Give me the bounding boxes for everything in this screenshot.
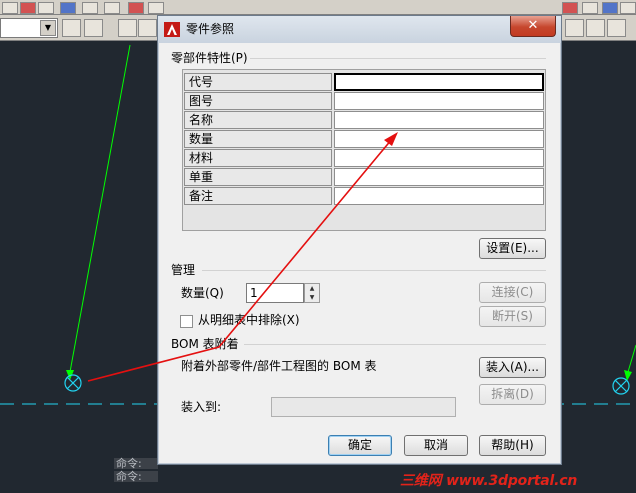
property-row: 备注 — [183, 187, 545, 206]
watermark: 三维网 www.3dportal.cn — [400, 473, 578, 489]
load-button[interactable]: 装入(A)... — [479, 357, 546, 378]
property-row: 单重 — [183, 168, 545, 187]
hatch-icon[interactable] — [562, 2, 578, 14]
divider — [244, 344, 546, 345]
layer-state-icon[interactable] — [84, 19, 103, 37]
quantity-label: 数量(Q) — [181, 286, 224, 300]
property-value-input[interactable] — [334, 92, 544, 110]
settings-button[interactable]: 设置(E)... — [479, 238, 546, 259]
property-name: 材料 — [184, 149, 332, 167]
exclude-from-bom-label: 从明细表中排除(X) — [198, 313, 300, 327]
attach-to-field — [271, 397, 456, 417]
command-line[interactable]: 命令: 命令: — [114, 458, 158, 493]
draw-icon[interactable] — [2, 2, 18, 14]
balloon-marker-left — [64, 374, 82, 392]
divider — [250, 58, 546, 59]
text-icon[interactable] — [60, 2, 76, 14]
properties-group-label: 零部件特性(P) — [171, 51, 248, 65]
table-icon[interactable] — [582, 2, 598, 14]
part-reference-dialog: 零件参照 ✕ 零部件特性(P) 代号 图号 名称 数量 材料 单重 备注 设置(… — [157, 15, 562, 465]
property-name: 数量 — [184, 130, 332, 148]
snap-icon[interactable] — [118, 19, 137, 37]
manage-group-label: 管理 — [171, 263, 196, 277]
property-name: 备注 — [184, 187, 332, 205]
property-value-input[interactable] — [334, 111, 544, 129]
leader-line-right — [627, 344, 636, 373]
exclude-from-bom-checkbox[interactable] — [180, 315, 193, 328]
leader-icon[interactable] — [148, 2, 164, 14]
bracket-icon[interactable] — [104, 2, 120, 14]
property-value-input[interactable] — [334, 130, 544, 148]
property-name: 名称 — [184, 111, 332, 129]
chevron-up-icon[interactable]: ▲ — [305, 284, 319, 293]
curve-icon[interactable] — [82, 2, 98, 14]
command-line-entry: 命令: — [114, 458, 158, 469]
detach-button[interactable]: 拆离(D) — [479, 384, 546, 405]
cad-toolbar-top — [0, 0, 636, 15]
dimension-aligned-icon[interactable] — [607, 19, 626, 37]
autocad-logo-icon — [164, 22, 180, 37]
cancel-button[interactable]: 取消 — [404, 435, 468, 456]
connect-button[interactable]: 连接(C) — [479, 282, 546, 303]
block-icon[interactable] — [602, 2, 618, 14]
quantity-input[interactable]: 1 — [246, 283, 304, 303]
property-row: 代号 — [183, 73, 545, 92]
layer-dropdown[interactable]: ▼ — [0, 18, 58, 38]
ok-button[interactable]: 确定 — [328, 435, 392, 456]
properties-grid: 代号 图号 名称 数量 材料 单重 备注 — [182, 69, 546, 231]
property-value-input[interactable] — [334, 187, 544, 205]
close-button[interactable]: ✕ — [510, 16, 556, 37]
property-row: 图号 — [183, 92, 545, 111]
arc-icon[interactable] — [38, 2, 54, 14]
osnap-icon[interactable] — [138, 19, 157, 37]
property-name: 单重 — [184, 168, 332, 186]
bom-attach-description: 附着外部零件/部件工程图的 BOM 表 — [181, 359, 377, 373]
bom-attach-group-label: BOM 表附着 — [171, 337, 239, 351]
property-value-input[interactable] — [334, 168, 544, 186]
command-line-entry: 命令: — [114, 471, 158, 482]
property-row: 名称 — [183, 111, 545, 130]
insert-icon[interactable] — [620, 2, 636, 14]
line-icon[interactable] — [20, 2, 36, 14]
attach-to-label: 装入到: — [181, 400, 222, 414]
chevron-down-icon[interactable]: ▼ — [305, 293, 319, 302]
chevron-down-icon: ▼ — [40, 20, 56, 36]
property-name: 图号 — [184, 92, 332, 110]
help-button[interactable]: 帮助(H) — [479, 435, 546, 456]
property-name: 代号 — [184, 73, 332, 91]
balloon-marker-right — [612, 377, 630, 395]
divider — [202, 270, 546, 271]
dialog-titlebar[interactable]: 零件参照 ✕ — [158, 16, 561, 43]
dimension-linear-icon[interactable] — [586, 19, 605, 37]
quantity-stepper[interactable]: ▲ ▼ — [304, 283, 320, 303]
layer-properties-icon[interactable] — [62, 19, 81, 37]
property-value-input[interactable] — [334, 149, 544, 167]
measure-icon[interactable] — [565, 19, 584, 37]
property-row: 材料 — [183, 149, 545, 168]
property-value-input[interactable] — [334, 73, 544, 91]
disconnect-button[interactable]: 断开(S) — [479, 306, 546, 327]
dimension-icon[interactable] — [128, 2, 144, 14]
property-row: 数量 — [183, 130, 545, 149]
leader-line-left — [69, 44, 131, 373]
dialog-title: 零件参照 — [186, 22, 235, 36]
